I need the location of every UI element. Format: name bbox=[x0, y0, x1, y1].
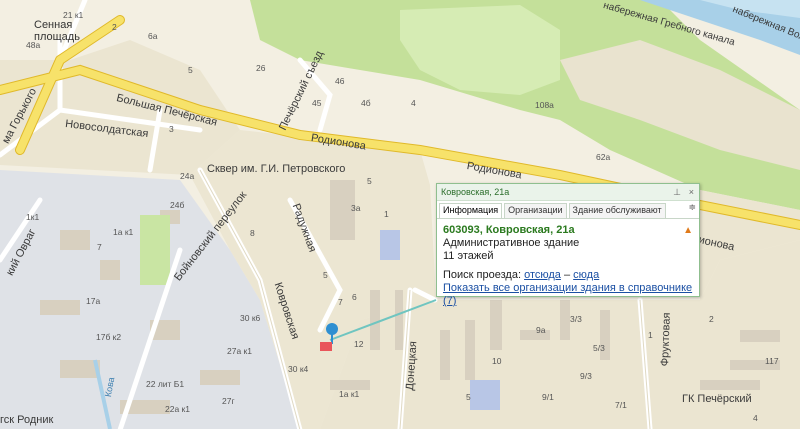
house-number: 5/3 bbox=[593, 343, 605, 353]
house-number: 8 bbox=[250, 228, 255, 238]
popup-header: Ковровская, 21а ⊥ × bbox=[437, 184, 699, 201]
house-number: 2 bbox=[709, 314, 714, 324]
house-number: 17б к2 bbox=[96, 332, 122, 342]
tab-building-service[interactable]: Здание обслуживают bbox=[568, 203, 666, 218]
house-number: 30 к6 bbox=[240, 313, 261, 323]
house-number: 22а к1 bbox=[165, 404, 190, 414]
house-number: 7 bbox=[338, 297, 343, 307]
building-address: 603093, Ковровская, 21а bbox=[443, 224, 575, 236]
house-number: 12 bbox=[354, 339, 364, 349]
route-to-here-link[interactable]: сюда bbox=[573, 269, 599, 281]
route-dash: – bbox=[563, 269, 571, 281]
house-number: 1а к1 bbox=[339, 389, 360, 399]
popup-tabs: Информация Организации Здание обслуживаю… bbox=[437, 201, 699, 219]
house-number: 1 bbox=[384, 209, 389, 219]
orgs-count-link[interactable]: (7) bbox=[443, 295, 456, 307]
house-number: 26 bbox=[256, 63, 266, 73]
house-number: 10 bbox=[492, 356, 502, 366]
house-number: 27а к1 bbox=[227, 346, 252, 356]
house-number: 3а bbox=[351, 203, 361, 213]
building-floors: 11 этажей bbox=[443, 250, 494, 262]
tab-organizations[interactable]: Организации bbox=[504, 203, 567, 218]
location-pin-icon[interactable] bbox=[320, 322, 338, 352]
house-number: 6а bbox=[148, 31, 158, 41]
house-number: 9а bbox=[536, 325, 546, 335]
house-number: 1к1 bbox=[26, 212, 40, 222]
house-number: 1а к1 bbox=[113, 227, 134, 237]
house-number: 5 bbox=[367, 176, 372, 186]
label-sennaya: Сенная площадь bbox=[34, 19, 80, 43]
house-number: 22 лит Б1 bbox=[146, 379, 185, 389]
house-number: 24б bbox=[170, 200, 185, 210]
popup-title: Ковровская, 21а bbox=[441, 187, 510, 197]
house-number: 7 bbox=[97, 242, 102, 252]
building-info-popup[interactable]: Ковровская, 21а ⊥ × Информация Организац… bbox=[436, 183, 700, 307]
house-number: 21 к1 bbox=[63, 10, 84, 20]
house-number: 62а bbox=[596, 152, 611, 162]
route-search-label: Поиск проезда: bbox=[443, 269, 521, 281]
house-number: 48а bbox=[26, 40, 41, 50]
show-all-orgs-link[interactable]: Показать все организации здания в справо… bbox=[443, 282, 692, 294]
house-number: 4 bbox=[753, 413, 758, 423]
tabs-scroll-icon[interactable]: ≑ bbox=[688, 202, 696, 213]
pin-popup-icon[interactable]: ⊥ bbox=[673, 184, 681, 200]
house-number: 3 bbox=[169, 124, 174, 134]
house-number: 24а bbox=[180, 171, 195, 181]
house-number: 3/3 bbox=[570, 314, 582, 324]
house-number: 9/1 bbox=[542, 392, 554, 402]
close-icon[interactable]: × bbox=[689, 184, 694, 200]
route-from-here-link[interactable]: отсюда bbox=[524, 269, 561, 281]
house-number: 27г bbox=[222, 396, 235, 406]
label-fruktovaya: Фруктовая bbox=[659, 312, 673, 367]
house-number: 4б bbox=[361, 98, 371, 108]
house-number: 4 bbox=[411, 98, 416, 108]
house-number: 46 bbox=[335, 76, 345, 86]
house-number: 7/1 bbox=[615, 400, 627, 410]
house-number: 2 bbox=[112, 22, 117, 32]
house-number: 9/3 bbox=[580, 371, 592, 381]
house-number: 6 bbox=[352, 292, 357, 302]
house-number: 117 bbox=[765, 356, 779, 366]
house-number: 17а bbox=[86, 296, 101, 306]
building-type: Административное здание bbox=[443, 237, 580, 249]
label-rodnik: гск Родник bbox=[0, 414, 54, 426]
route-search-row: Поиск проезда: отсюда – сюда bbox=[443, 269, 695, 282]
house-number: 1 bbox=[648, 330, 653, 340]
house-number: 45 bbox=[312, 98, 322, 108]
house-number: 5 bbox=[323, 270, 328, 280]
house-number: 5 bbox=[466, 392, 471, 402]
house-number: 30 к4 bbox=[288, 364, 309, 374]
tab-info[interactable]: Информация bbox=[439, 203, 503, 218]
warning-icon[interactable]: ▲ bbox=[683, 225, 693, 236]
house-number: 5 bbox=[188, 65, 193, 75]
label-gk-pechersky: ГК Печёрский bbox=[682, 393, 752, 405]
house-number: 108а bbox=[535, 100, 554, 110]
show-all-orgs-row: Показать все организации здания в справо… bbox=[443, 282, 695, 308]
label-skver: Сквер им. Г.И. Петровского bbox=[207, 163, 346, 175]
